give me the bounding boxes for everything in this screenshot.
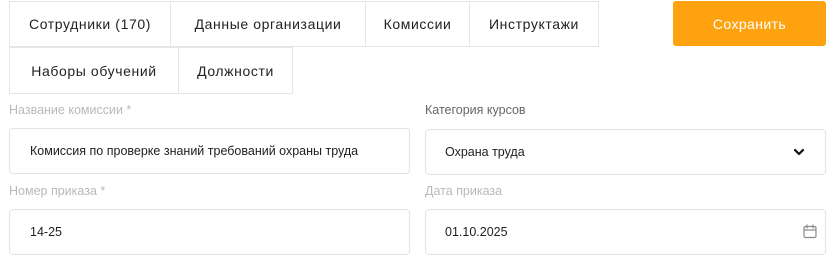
- calendar-icon[interactable]: [803, 224, 817, 239]
- commission-name-field[interactable]: Комиссия по проверке знаний требований о…: [9, 128, 410, 174]
- course-category-value: Охрана труда: [445, 145, 525, 159]
- tab-commissions[interactable]: Комиссии: [365, 1, 470, 47]
- order-number-field[interactable]: 14-25: [9, 209, 410, 255]
- tab-organization-data[interactable]: Данные организации: [170, 1, 366, 47]
- commission-name-value: Комиссия по проверке знаний требований о…: [30, 144, 359, 158]
- order-date-value: 01.10.2025: [445, 225, 508, 239]
- save-button[interactable]: Сохранить: [673, 1, 826, 46]
- commission-name-label: Название комиссии *: [9, 103, 132, 117]
- course-category-label: Категория курсов: [425, 103, 526, 117]
- order-number-value: 14-25: [30, 225, 62, 239]
- chevron-down-icon: [793, 148, 805, 156]
- order-number-label: Номер приказа *: [9, 184, 106, 198]
- tab-positions[interactable]: Должности: [178, 47, 293, 94]
- course-category-select[interactable]: Охрана труда: [425, 129, 826, 175]
- order-date-field[interactable]: 01.10.2025: [425, 209, 826, 255]
- tab-briefings[interactable]: Инструктажи: [469, 1, 599, 47]
- order-date-label: Дата приказа: [425, 184, 503, 198]
- tab-employees[interactable]: Сотрудники (170): [9, 1, 171, 47]
- tab-training-sets[interactable]: Наборы обучений: [9, 47, 179, 94]
